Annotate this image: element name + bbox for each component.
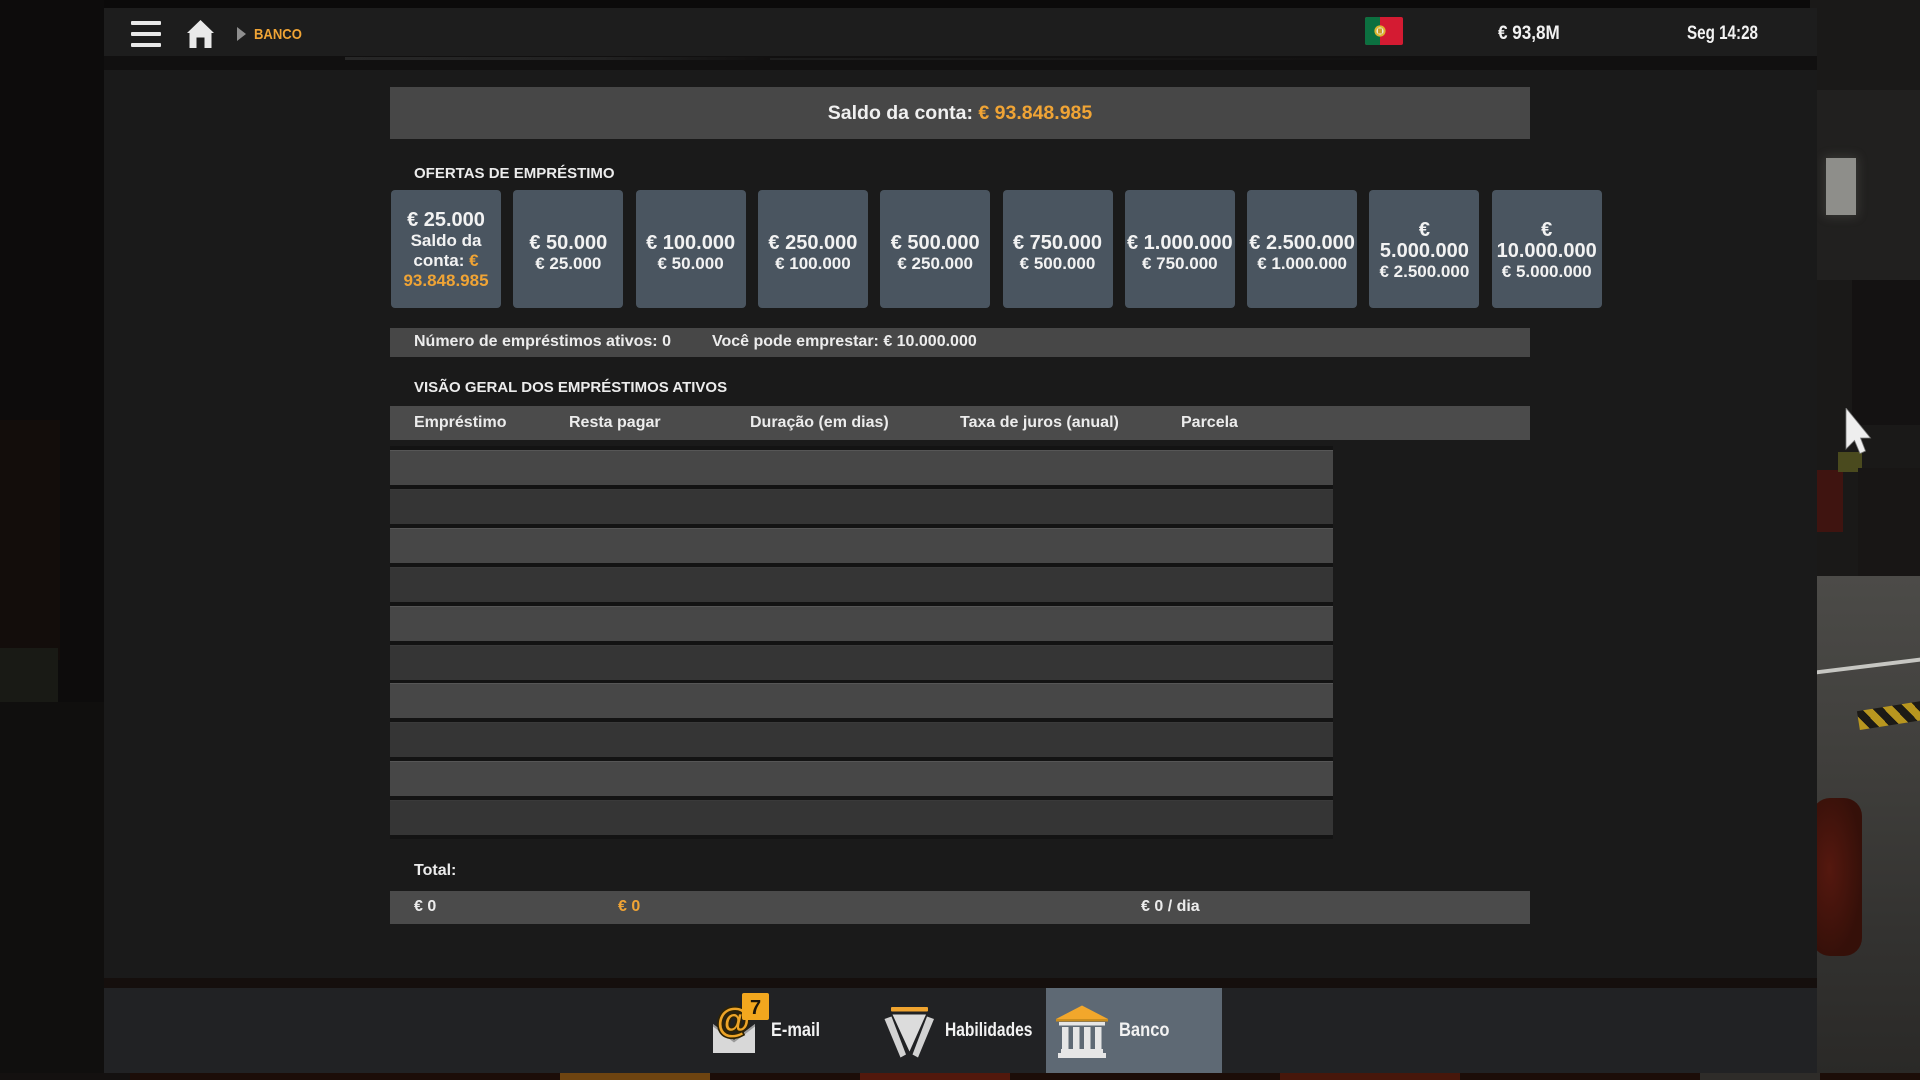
svg-text:7: 7 [750,997,761,1019]
